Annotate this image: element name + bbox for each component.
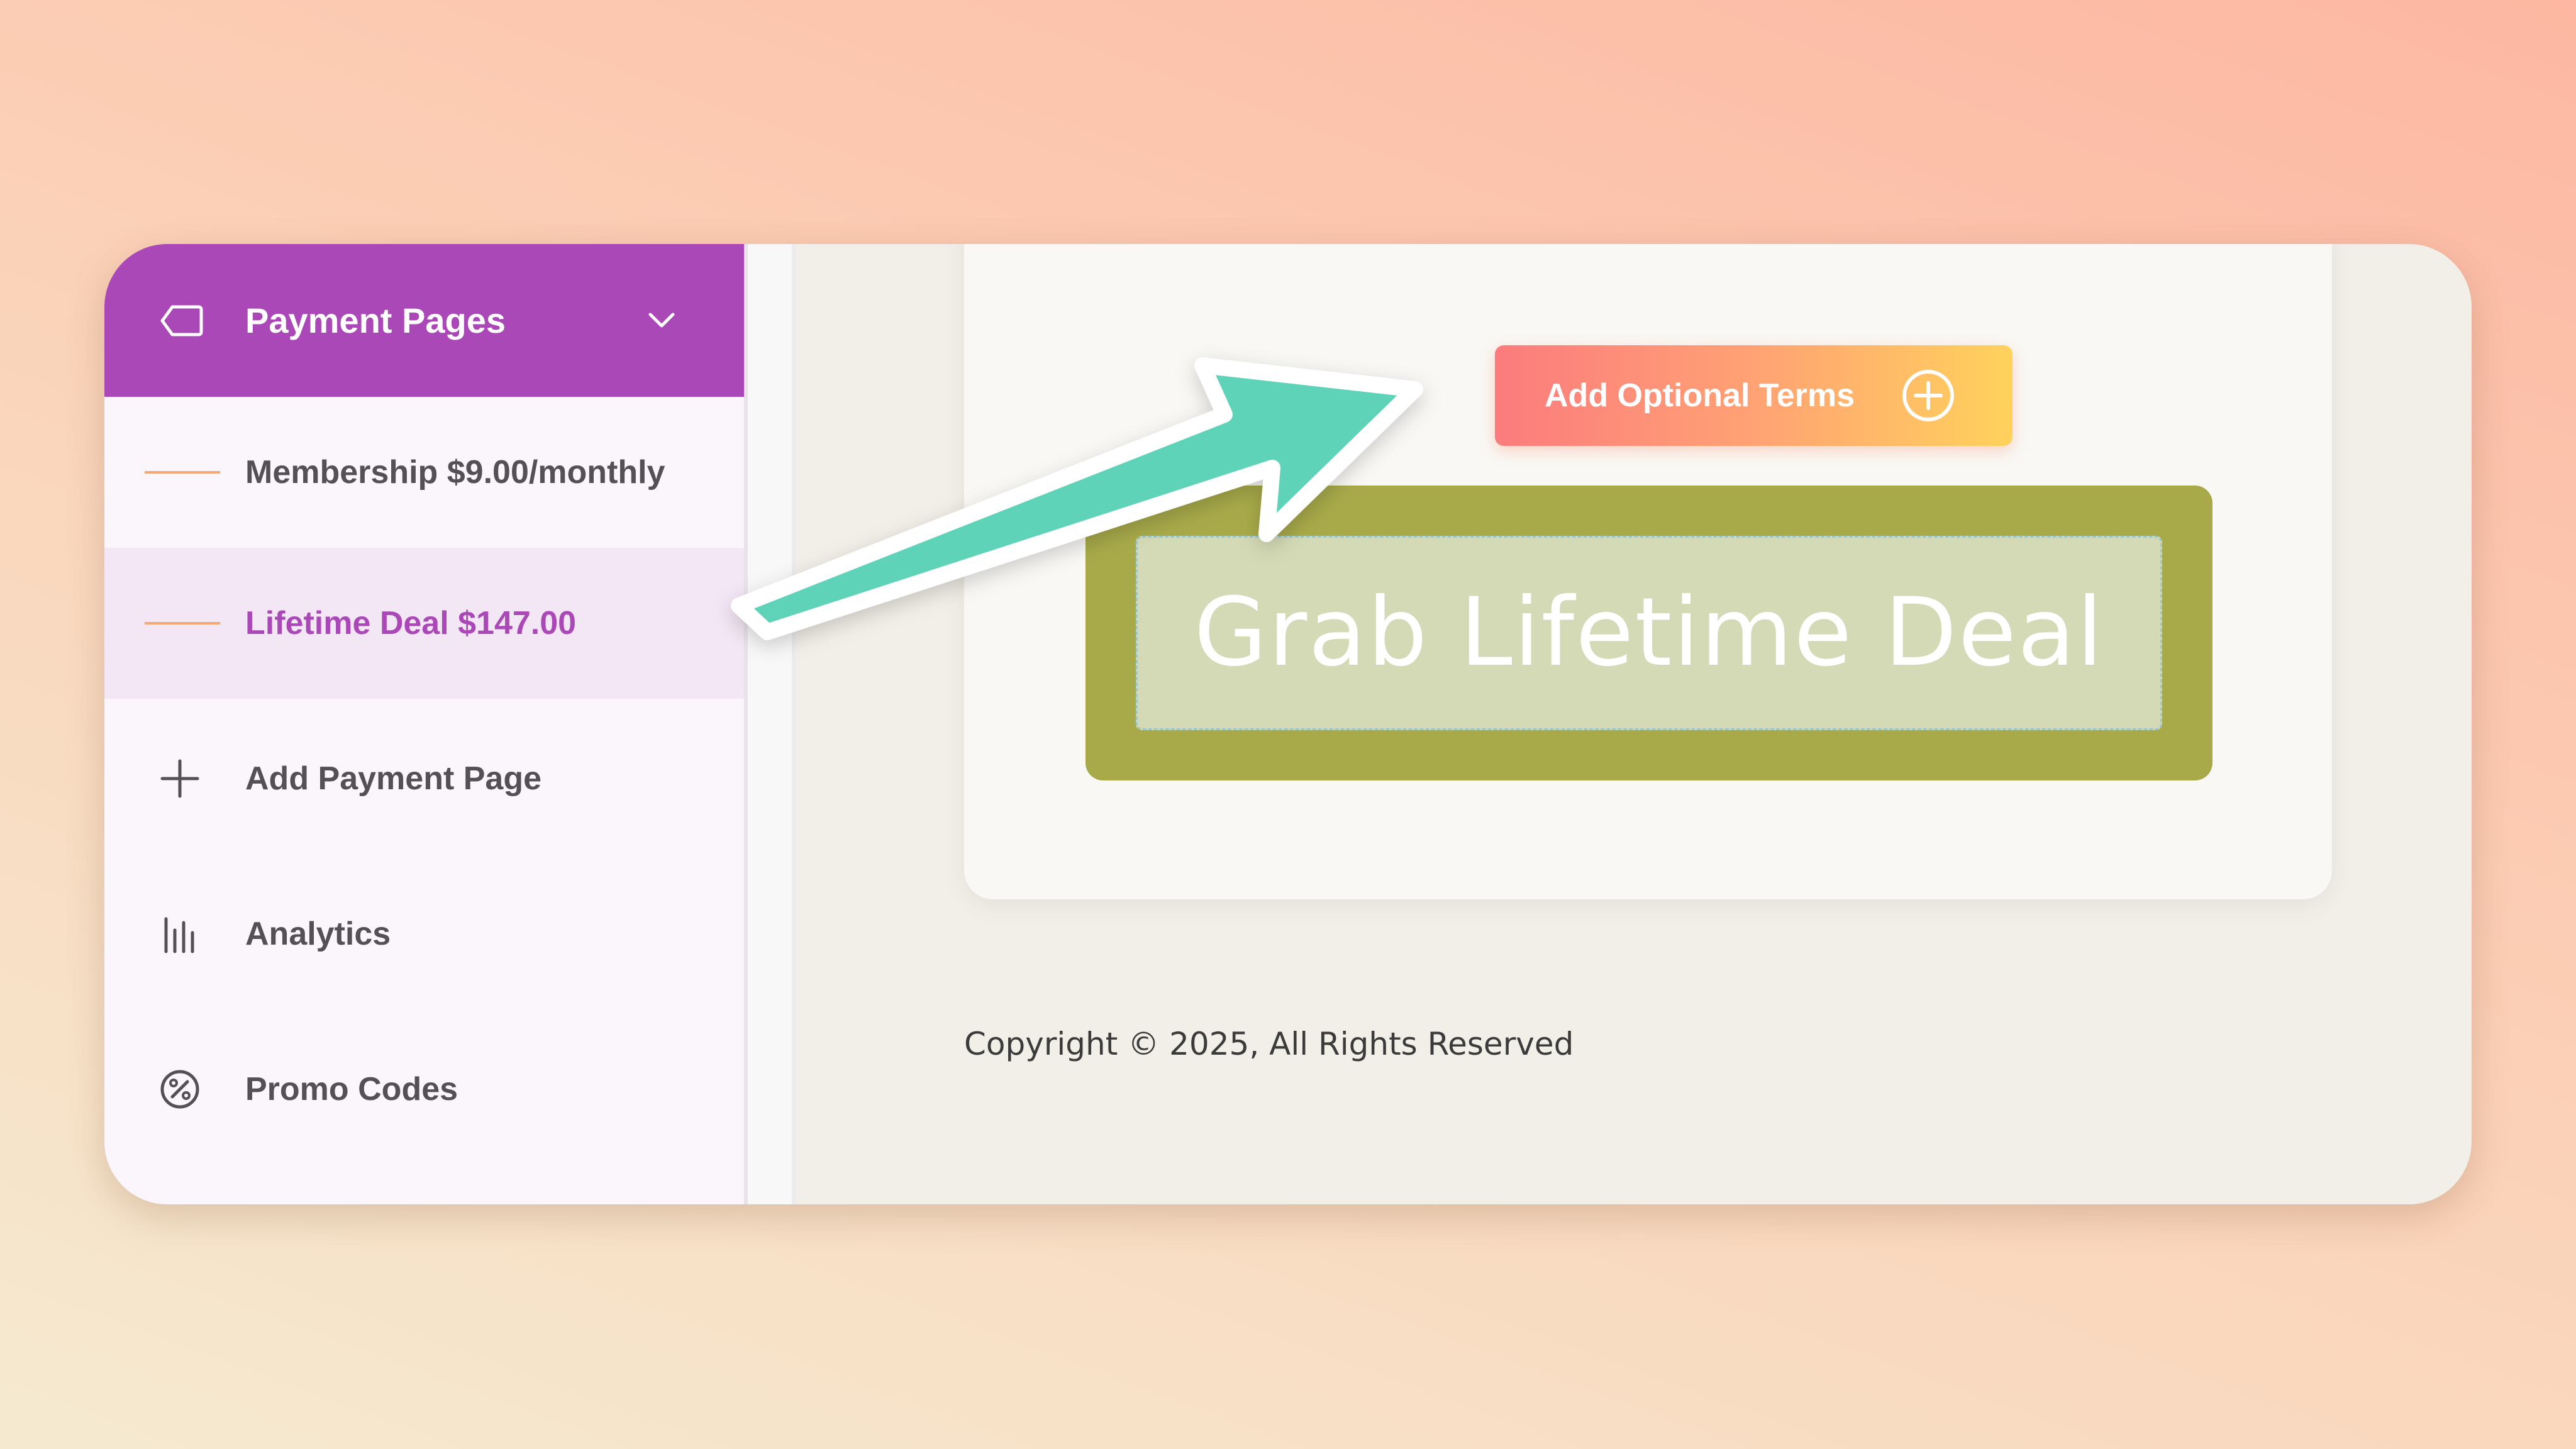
chevron-down-icon[interactable] <box>645 304 678 337</box>
scroll-strip <box>748 244 796 1204</box>
sidebar: Payment Pages Membership $9.00/monthly L… <box>104 244 744 1204</box>
tag-icon <box>160 305 203 336</box>
sidebar-item-membership[interactable]: Membership $9.00/monthly <box>104 397 744 548</box>
sidebar-item-label: Membership $9.00/monthly <box>245 454 665 491</box>
app-window: Payment Pages Membership $9.00/monthly L… <box>104 244 2472 1204</box>
sidebar-item-lifetime-deal[interactable]: Lifetime Deal $147.00 <box>104 548 744 699</box>
plus-icon <box>160 759 199 798</box>
plus-circle-icon <box>1902 370 1954 421</box>
sidebar-item-label: Lifetime Deal $147.00 <box>245 605 577 641</box>
add-optional-terms-label: Add Optional Terms <box>1545 377 1855 414</box>
sub-item-dash <box>145 622 220 625</box>
grab-lifetime-deal-button[interactable]: Grab Lifetime Deal <box>1136 536 2162 730</box>
sidebar-header-payment-pages[interactable]: Payment Pages <box>104 244 744 397</box>
sidebar-item-label: Add Payment Page <box>245 760 542 797</box>
sidebar-header-label: Payment Pages <box>245 301 506 340</box>
sidebar-item-label: Analytics <box>245 916 391 952</box>
sub-item-dash <box>145 471 220 474</box>
sidebar-item-analytics[interactable]: Analytics <box>104 858 744 1009</box>
sidebar-item-promo-codes[interactable]: Promo Codes <box>104 1014 744 1165</box>
sidebar-item-add-payment-page[interactable]: Add Payment Page <box>104 703 744 854</box>
copyright-text: Copyright © 2025, All Rights Reserved <box>964 1026 1574 1062</box>
percent-icon <box>160 1070 199 1109</box>
bar-chart-icon <box>164 917 194 953</box>
add-optional-terms-button[interactable]: Add Optional Terms <box>1495 345 2012 446</box>
sidebar-item-label: Promo Codes <box>245 1071 458 1108</box>
